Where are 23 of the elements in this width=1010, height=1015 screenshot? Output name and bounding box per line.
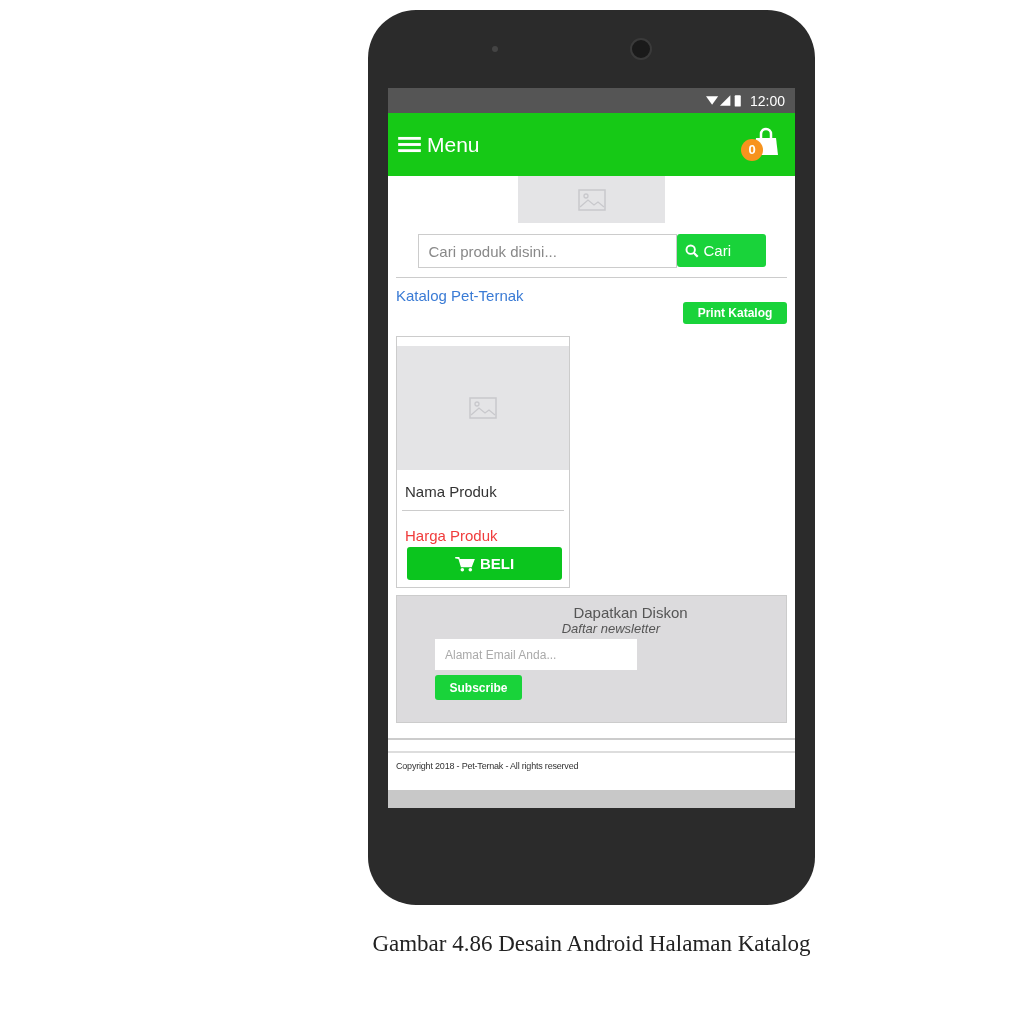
product-price: Harga Produk bbox=[404, 526, 499, 544]
search-icon bbox=[684, 243, 699, 258]
cart-icon bbox=[454, 555, 475, 572]
cart-count-badge: 0 bbox=[741, 138, 763, 161]
search-field[interactable]: Cari produk disini... bbox=[417, 234, 677, 268]
status-time: 12:00 bbox=[749, 92, 785, 109]
figure-caption: Gambar 4.86 Desain Android Halaman Katalog bbox=[372, 931, 811, 957]
menu-icon bbox=[398, 136, 421, 153]
subscribe-button[interactable]: Subscribe bbox=[435, 675, 522, 700]
menu-button[interactable]: Menu bbox=[398, 132, 480, 157]
buy-button[interactable]: BELI bbox=[407, 547, 562, 580]
image-icon bbox=[577, 188, 606, 211]
print-catalog-button[interactable]: Print Katalog bbox=[683, 302, 787, 324]
newsletter-subtitle: Daftar newsletter bbox=[561, 621, 660, 636]
search-button[interactable]: Cari bbox=[676, 234, 766, 267]
email-field[interactable]: Alamat Email Anda... bbox=[435, 639, 637, 670]
newsletter-title: Dapatkan Diskon bbox=[573, 604, 688, 621]
product-name: Nama Produk bbox=[404, 482, 498, 500]
camera-lens bbox=[629, 38, 652, 60]
image-icon bbox=[469, 397, 497, 419]
sensor-dot bbox=[491, 46, 498, 52]
catalog-link[interactable]: Katalog Pet-Ternak bbox=[396, 287, 524, 304]
footer-text: Copyright 2018 - Pet-Ternak - All rights reserved bbox=[396, 761, 580, 771]
